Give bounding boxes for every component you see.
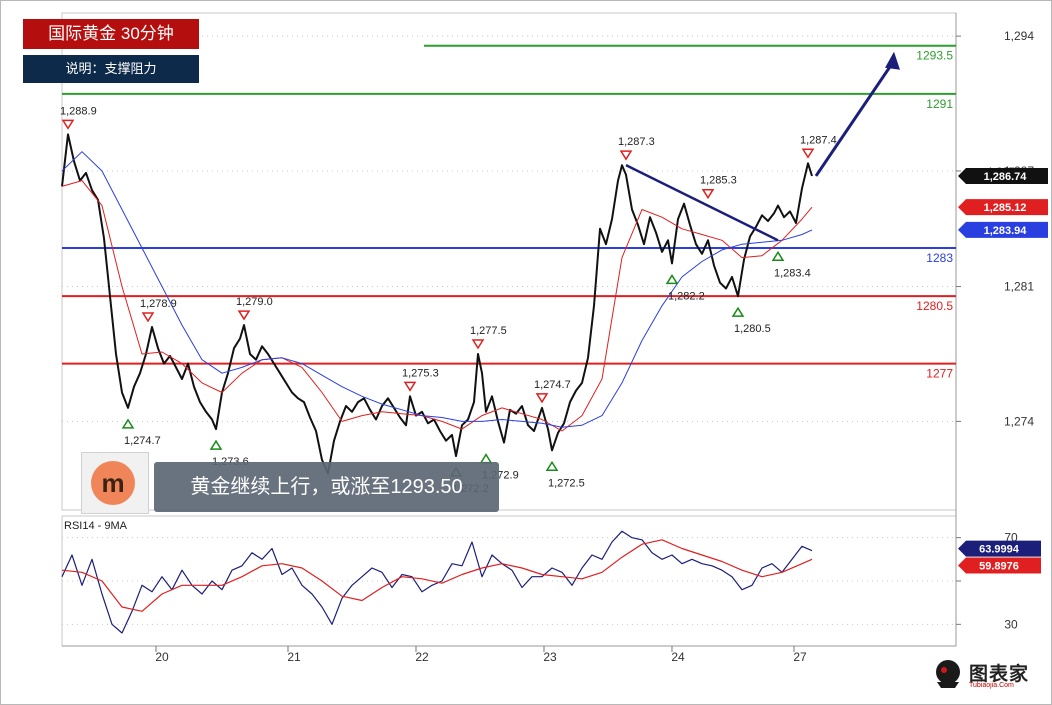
- price-tick-label-0: 1,274: [1004, 414, 1034, 428]
- price-chart: 1293.5 1291 1283 1280.5 1277 1,288.9 1,278.9 1…: [60, 12, 1048, 664]
- watermark-sub: Tubiaojia.Com: [969, 682, 1014, 689]
- swing-low-label-13: 1,272.5: [548, 477, 585, 489]
- swing-low-label-16: 1,280.5: [734, 323, 771, 335]
- rsi-flag-label-1: 59.8976: [979, 561, 1019, 573]
- swing-high-label-5: 1,274.7: [534, 379, 571, 391]
- time-tick-label-3: 23: [543, 650, 557, 664]
- level-label-2: 1283: [926, 251, 953, 265]
- brand-logo: m: [81, 452, 149, 514]
- price-tick-label-3: 1,294: [1004, 29, 1034, 43]
- time-tick-label-0: 20: [155, 650, 169, 664]
- swing-low-label-9: 1,274.7: [124, 435, 161, 447]
- price-flag-label-3: 1,283.94: [984, 225, 1028, 237]
- swing-low-label-14: 1,282.2: [668, 290, 705, 302]
- swing-high-label-4: 1,277.5: [470, 325, 507, 337]
- swing-high-label-2: 1,279.0: [236, 296, 273, 308]
- swing-high-label-0: 1,288.9: [60, 105, 97, 117]
- swing-high-label-8: 1,287.4: [800, 134, 837, 146]
- price-flag-label-1: 1,286.74: [984, 171, 1028, 183]
- brand-logo-icon: m: [91, 461, 135, 505]
- time-tick-label-5: 27: [793, 650, 807, 664]
- watermark: 图表家 Tubiaojia.Com: [927, 656, 1047, 692]
- watermark-logo-icon: [936, 660, 960, 688]
- level-label-1: 1291: [926, 97, 953, 111]
- time-tick-label-1: 21: [287, 650, 301, 664]
- time-tick-label-2: 22: [415, 650, 429, 664]
- swing-high-label-6: 1,287.3: [618, 136, 655, 148]
- rsi-panel: [61, 515, 957, 647]
- chart-title: 国际黄金 30分钟: [23, 19, 199, 49]
- swing-low-label-15: 1,283.4: [774, 267, 811, 279]
- swing-high-label-7: 1,285.3: [700, 175, 737, 187]
- level-label-0: 1293.5: [916, 49, 953, 63]
- price-tick-label-1: 1,281: [1004, 280, 1034, 294]
- level-label-3: 1280.5: [916, 299, 953, 313]
- swing-high-label-3: 1,275.3: [402, 367, 439, 379]
- chart-subtitle: 说明：支撑阻力: [23, 55, 199, 83]
- price-flag-label-2: 1,285.12: [984, 202, 1027, 214]
- rsi-panel-title: RSI14 - 9MA: [64, 520, 128, 532]
- rsi-flag-label-0: 63.9994: [979, 544, 1020, 556]
- swing-high-label-1: 1,278.9: [140, 298, 177, 310]
- forecast-callout: 黄金继续上行，或涨至1293.50: [154, 462, 499, 512]
- time-tick-label-4: 24: [671, 650, 685, 664]
- price-panel: [61, 12, 957, 511]
- level-label-4: 1277: [926, 367, 953, 381]
- chart-frame: 1293.5 1291 1283 1280.5 1277 1,288.9 1,278.9 1…: [0, 0, 1052, 705]
- rsi-tick-label-0: 30: [1004, 617, 1018, 631]
